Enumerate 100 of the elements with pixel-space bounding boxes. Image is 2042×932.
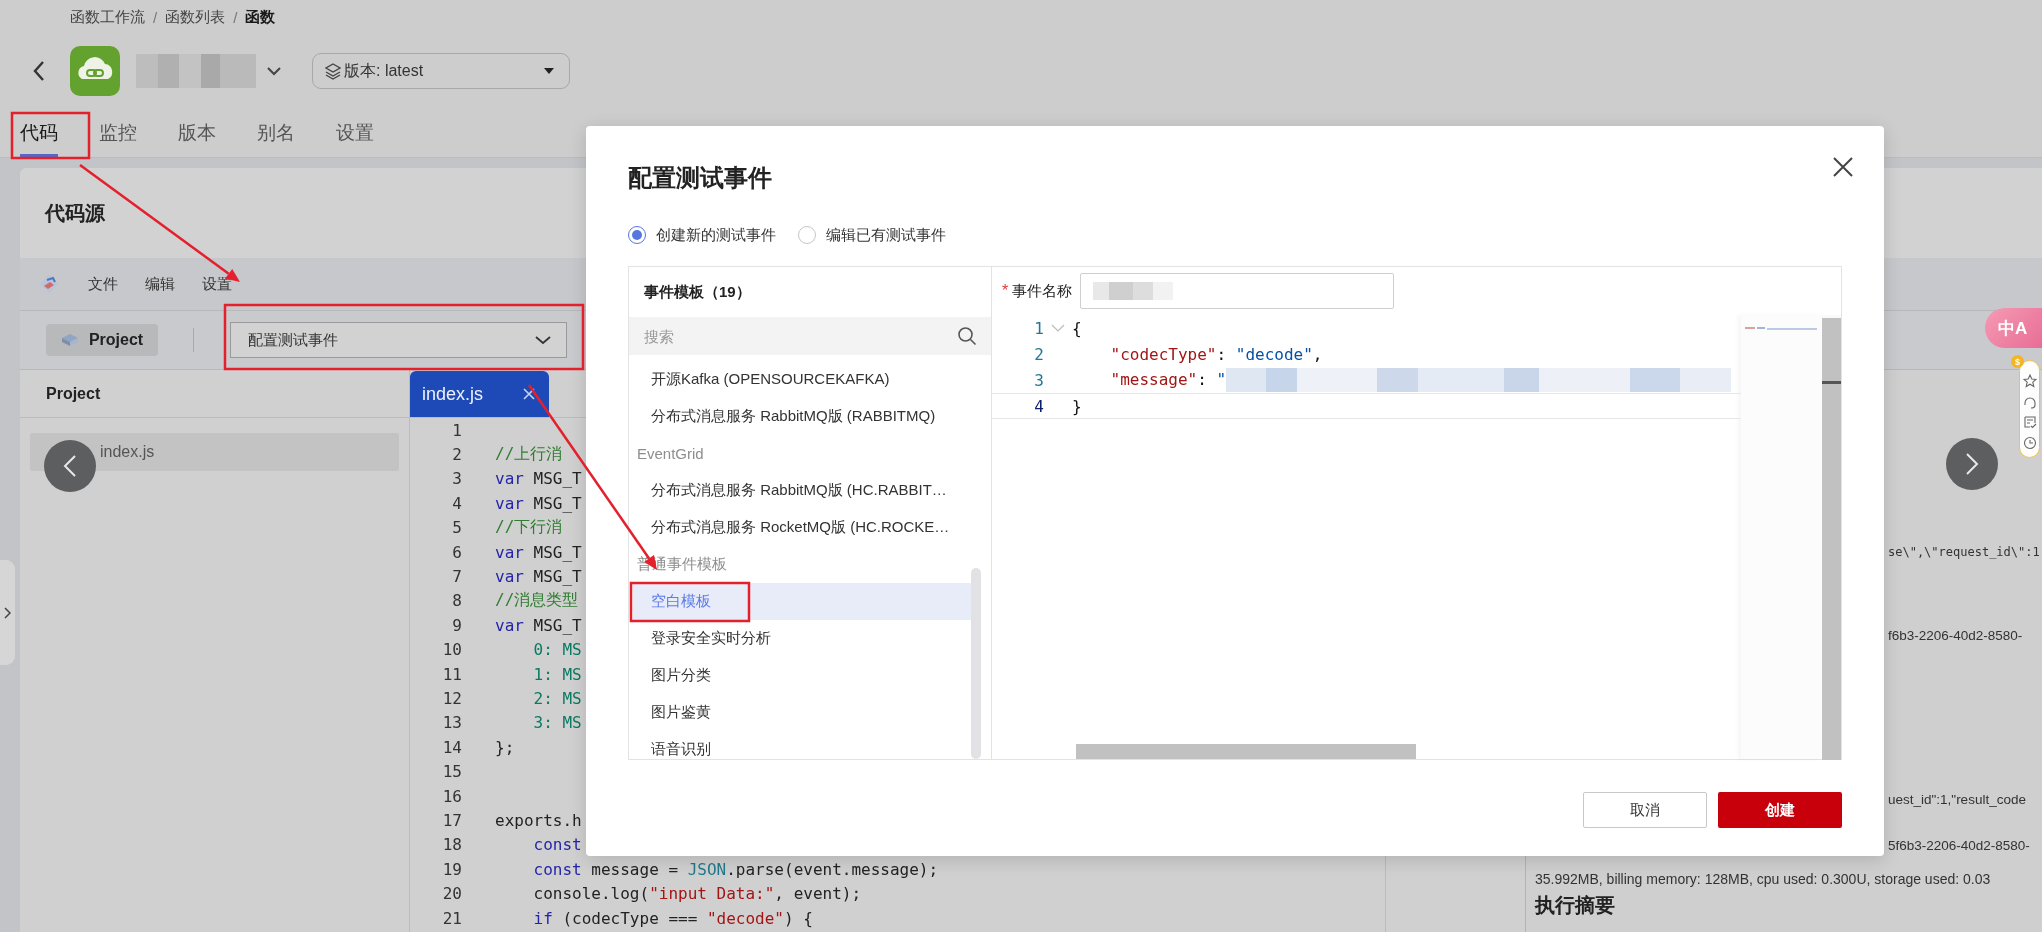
- line-number: 1: [1033, 318, 1044, 338]
- search-icon[interactable]: [957, 326, 977, 346]
- line-number: 10: [441, 640, 462, 660]
- tab[interactable]: 别名: [257, 108, 295, 158]
- template-item[interactable]: 图片分类: [633, 657, 971, 694]
- code-line: };: [495, 737, 515, 757]
- line-number: 5: [451, 518, 462, 538]
- line-number: 18: [441, 835, 462, 855]
- code-line: {: [1072, 318, 1082, 338]
- code-line: //消息类型: [495, 590, 579, 612]
- code-line: 3: MS: [532, 713, 582, 733]
- headset-icon[interactable]: [2022, 394, 2037, 409]
- version-select[interactable]: 版本: latest: [312, 53, 570, 89]
- cloud-icon: [70, 46, 120, 96]
- breadcrumb-link[interactable]: 函数列表: [165, 7, 226, 27]
- line-number: 4: [1033, 396, 1044, 416]
- template-item[interactable]: 分布式消息服务 RabbitMQ版 (HC.RABBIT…: [633, 472, 971, 509]
- breadcrumb-link[interactable]: 函数工作流: [70, 7, 145, 27]
- layers-icon: [325, 62, 341, 80]
- code-line: console.log("input Data:", event);: [532, 884, 862, 904]
- log-text: 35.992MB, billing memory: 128MB, cpu used: 0.300U, storage used: 0.03: [1534, 870, 1991, 888]
- code-line: //下行消: [495, 517, 563, 539]
- close-icon[interactable]: [1832, 156, 1854, 178]
- code-line: 1: MS: [532, 664, 582, 684]
- breadcrumb-separator: /: [153, 8, 158, 26]
- chevron-right-icon: [4, 606, 11, 619]
- code-line: //上行消: [495, 444, 563, 466]
- line-number: 9: [451, 615, 462, 635]
- line-number: 6: [451, 542, 462, 562]
- project-button[interactable]: Project: [46, 324, 158, 356]
- clock-icon[interactable]: [2022, 435, 2037, 450]
- template-item[interactable]: 图片鉴黄: [633, 694, 971, 731]
- line-number: 11: [441, 664, 462, 684]
- line-number: 3: [451, 469, 462, 489]
- editor-tab[interactable]: index.js: [410, 371, 549, 417]
- menu-item[interactable]: 设置: [202, 274, 232, 294]
- code-line: "message": ": [1072, 368, 1732, 392]
- line-number: 3: [1033, 370, 1044, 390]
- breadcrumb-current: 函数: [245, 7, 276, 27]
- line-number: 1: [451, 420, 462, 440]
- menu-item[interactable]: 文件: [88, 274, 118, 294]
- code-line: var MSG_T: [495, 469, 582, 489]
- logo-icon: [38, 273, 60, 295]
- caret-down-icon: [543, 67, 555, 75]
- file-item[interactable]: index.js: [30, 433, 399, 471]
- code-line: var MSG_T: [495, 567, 582, 587]
- required-mark: *: [1002, 282, 1009, 300]
- scrollbar[interactable]: [1822, 318, 1841, 760]
- log-text: f6b3-2206-40d2-8580-: [1887, 627, 2023, 645]
- line-number: 17: [441, 810, 462, 830]
- list-title: 事件模板（19）: [643, 281, 752, 302]
- tab[interactable]: 设置: [336, 108, 374, 158]
- radio-option[interactable]: 创建新的测试事件: [628, 225, 776, 245]
- code-line: const message = JSON.parse(event.message);: [532, 859, 939, 879]
- template-item[interactable]: 分布式消息服务 RabbitMQ版 (RABBITMQ): [633, 398, 971, 435]
- group-label: EventGrid: [636, 444, 705, 464]
- chevron-down-icon[interactable]: [266, 66, 282, 76]
- section-heading: 执行摘要: [1533, 893, 1615, 917]
- log-text: 5f6b3-2206-40d2-8580-: [1887, 837, 2030, 855]
- line-number: 4: [451, 493, 462, 513]
- line-number: 16: [441, 786, 462, 806]
- expand-handle[interactable]: [0, 560, 15, 665]
- cancel-button[interactable]: 取消: [1583, 792, 1707, 828]
- chevron-right-icon: [1965, 452, 1979, 476]
- line-number: 8: [451, 591, 462, 611]
- chevron-left-icon: [63, 454, 77, 478]
- template-item[interactable]: 开源Kafka (OPENSOURCEKAFKA): [633, 361, 971, 398]
- section-title: 代码源: [45, 200, 105, 226]
- create-button[interactable]: 创建: [1718, 792, 1842, 828]
- panel-title: Project: [20, 370, 409, 418]
- line-number: 12: [441, 689, 462, 708]
- tab[interactable]: 版本: [178, 108, 216, 158]
- line-number: 13: [441, 713, 462, 733]
- template-item[interactable]: 语音识别: [633, 731, 971, 759]
- cube-icon: [60, 333, 79, 347]
- code-line: 0: MS: [532, 640, 582, 660]
- code-line: exports.h: [495, 810, 582, 830]
- breadcrumb-separator: /: [233, 8, 238, 26]
- log-text: uest_id":1,"result_code: [1887, 791, 2026, 809]
- template-item[interactable]: 分布式消息服务 RocketMQ版 (HC.ROCKE…: [633, 509, 971, 546]
- code-line: var MSG_T: [495, 615, 582, 635]
- scrollbar[interactable]: [1076, 744, 1416, 759]
- template-item[interactable]: 登录安全实时分析: [633, 620, 971, 657]
- radio-option[interactable]: 编辑已有测试事件: [798, 225, 946, 245]
- line-number: 2: [451, 445, 462, 465]
- code-line: 2: MS: [532, 689, 582, 708]
- code-line: var MSG_T: [495, 493, 582, 513]
- note-check-icon[interactable]: [2022, 415, 2037, 430]
- field-label: 事件名称: [1012, 281, 1073, 301]
- code-line: const: [532, 835, 582, 855]
- line-number: 14: [441, 737, 462, 757]
- chevron-down-icon: [534, 335, 552, 345]
- star-icon[interactable]: [2022, 374, 2037, 389]
- tab[interactable]: 监控: [99, 108, 137, 158]
- test-event-select[interactable]: 配置测试事件: [230, 322, 567, 358]
- line-number: 21: [441, 908, 462, 928]
- menu-item[interactable]: 编辑: [145, 274, 175, 294]
- search-field[interactable]: 搜索: [629, 317, 991, 355]
- scrollbar[interactable]: [971, 568, 981, 759]
- input-field[interactable]: [1080, 273, 1395, 309]
